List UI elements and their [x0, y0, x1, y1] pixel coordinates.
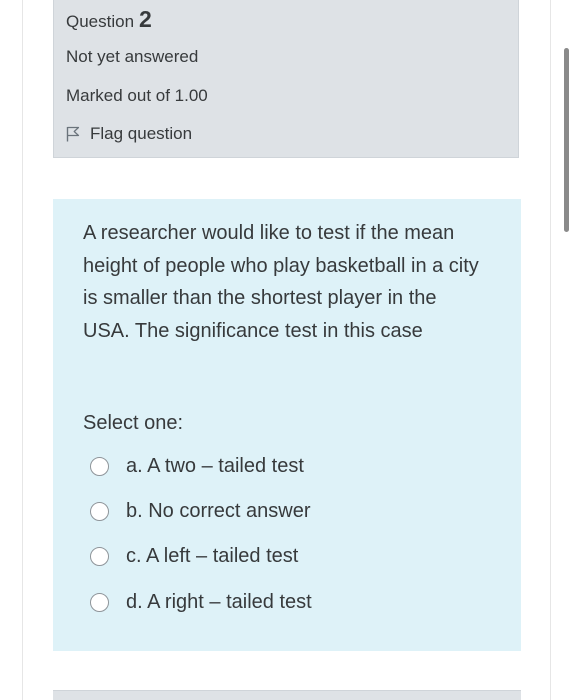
answer-option-label[interactable]: c. A left – tailed test [126, 545, 298, 568]
answer-option-c[interactable]: c. A left – tailed test [90, 545, 298, 568]
question-state: Not yet answered [66, 47, 199, 66]
answer-option-d[interactable]: d. A right – tailed test [90, 591, 312, 614]
content-border-right [550, 0, 551, 700]
question-label: Question [66, 12, 135, 31]
question-content: A researcher would like to test if the m… [53, 199, 521, 651]
answer-option-a[interactable]: a. A two – tailed test [90, 455, 304, 478]
radio-button-a[interactable] [90, 457, 109, 476]
radio-button-d[interactable] [90, 593, 109, 612]
quiz-page: Question 2 Not yet answered Marked out of… [0, 0, 574, 700]
next-question-info-panel [53, 690, 521, 700]
answer-option-label[interactable]: d. A right – tailed test [126, 591, 312, 614]
radio-button-b[interactable] [90, 502, 109, 521]
answer-option-b[interactable]: b. No correct answer [90, 500, 311, 523]
select-one-prompt: Select one: [83, 412, 184, 434]
question-text: A researcher would like to test if the m… [83, 222, 479, 342]
answer-option-label[interactable]: a. A two – tailed test [126, 455, 304, 478]
flag-question-link[interactable]: Flag question [66, 124, 192, 144]
question-grade: Marked out of 1.00 [66, 86, 208, 105]
question-info-panel: Question 2 Not yet answered Marked out of… [53, 0, 519, 158]
question-title: Question 2 [66, 6, 152, 33]
question-number: 2 [139, 6, 152, 32]
flag-icon[interactable] [66, 126, 80, 142]
radio-button-c[interactable] [90, 547, 109, 566]
content-border-left [22, 0, 23, 700]
answer-option-label[interactable]: b. No correct answer [126, 500, 311, 523]
flag-question-label[interactable]: Flag question [90, 124, 192, 144]
scrollbar-thumb[interactable] [564, 48, 569, 232]
